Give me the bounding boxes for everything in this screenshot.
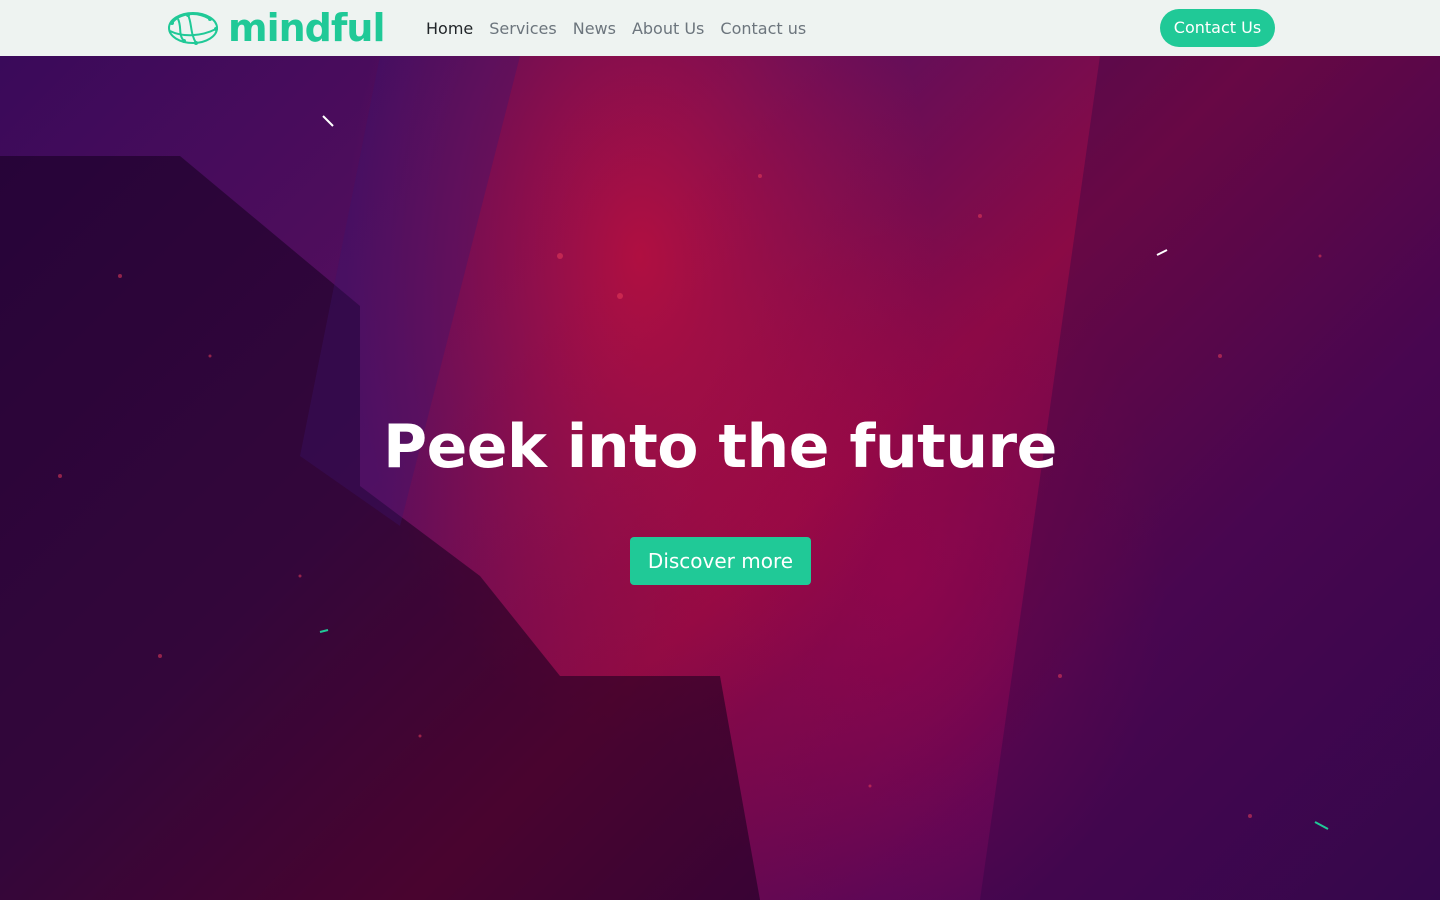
nav-item-news[interactable]: News bbox=[573, 19, 616, 38]
contact-us-button[interactable]: Contact Us bbox=[1160, 9, 1275, 47]
hero-title: Peek into the future bbox=[383, 412, 1057, 482]
nav-item-home[interactable]: Home bbox=[426, 19, 473, 38]
nav-item-about-us[interactable]: About Us bbox=[632, 19, 704, 38]
brain-icon bbox=[166, 7, 220, 49]
main-nav: Home Services News About Us Contact us bbox=[426, 0, 822, 56]
brand-name: mindful bbox=[228, 6, 385, 50]
navbar: mindful Home Services News About Us Cont… bbox=[0, 0, 1440, 56]
discover-more-button[interactable]: Discover more bbox=[630, 537, 811, 585]
nav-item-contact-us[interactable]: Contact us bbox=[720, 19, 806, 38]
brand-logo[interactable]: mindful bbox=[166, 7, 385, 49]
hero-section: Peek into the future Discover more bbox=[0, 56, 1440, 900]
nav-item-services[interactable]: Services bbox=[489, 19, 556, 38]
